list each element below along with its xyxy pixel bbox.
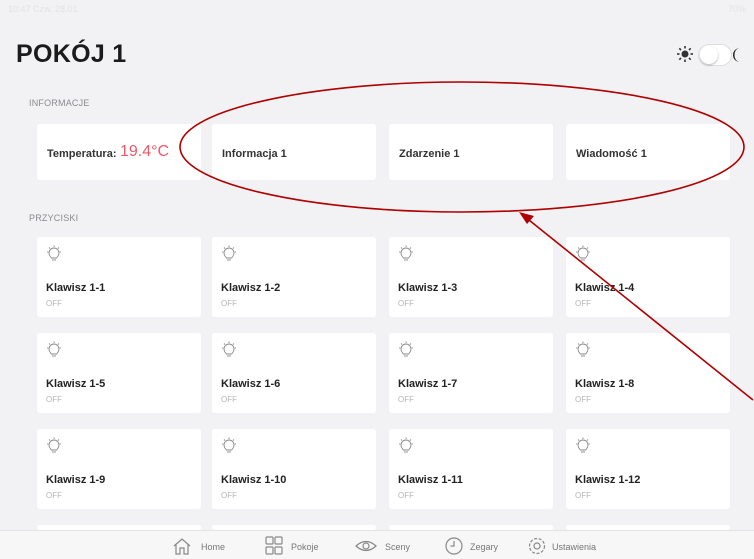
switch-button[interactable]: Klawisz 1-11 OFF <box>389 429 553 509</box>
button-label: Klawisz 1-7 <box>398 378 458 390</box>
bulb-icon <box>222 341 236 357</box>
button-state: OFF <box>575 395 591 404</box>
annotation-arrowhead <box>519 212 534 224</box>
section-label-info: INFORMACJE <box>29 98 90 108</box>
eye-icon <box>355 540 377 552</box>
gear-icon <box>528 537 546 555</box>
switch-button[interactable]: Klawisz 1-4 OFF <box>566 237 730 317</box>
status-battery: 70% <box>727 4 746 14</box>
switch-button[interactable]: Klawisz 1-10 OFF <box>212 429 376 509</box>
button-label: Klawisz 1-11 <box>398 474 463 486</box>
bulb-icon <box>222 245 236 261</box>
button-label: Klawisz 1-6 <box>221 378 281 390</box>
info-card-event[interactable]: Zdarzenie 1 <box>389 124 553 180</box>
button-state: OFF <box>221 395 237 404</box>
clock-icon <box>445 537 463 555</box>
bulb-icon <box>576 437 590 453</box>
button-label: Klawisz 1-5 <box>46 378 106 390</box>
button-state: OFF <box>46 395 62 404</box>
switch-button[interactable]: Klawisz 1-2 OFF <box>212 237 376 317</box>
nav-rooms[interactable]: Pokoje <box>264 536 334 556</box>
bulb-icon <box>47 341 61 357</box>
info-card-label: Wiadomość 1 <box>576 148 647 160</box>
switch-button[interactable]: Klawisz 1-9 OFF <box>37 429 201 509</box>
bulb-icon <box>399 245 413 261</box>
switch-button[interactable]: Klawisz 1-6 OFF <box>212 333 376 413</box>
info-card-information[interactable]: Informacja 1 <box>212 124 376 180</box>
bulb-icon <box>576 341 590 357</box>
nav-scenes[interactable]: Sceny <box>354 536 424 556</box>
info-card-label: Informacja 1 <box>222 148 287 160</box>
nav-home-label: Home <box>201 542 226 552</box>
theme-switch[interactable] <box>698 44 732 66</box>
nav-settings[interactable]: Ustawienia <box>527 536 617 556</box>
switch-button[interactable]: Klawisz 1-8 OFF <box>566 333 730 413</box>
page-title: POKÓJ 1 <box>16 40 127 68</box>
bulb-icon <box>399 437 413 453</box>
button-label: Klawisz 1-4 <box>575 282 635 294</box>
button-label: Klawisz 1-3 <box>398 282 458 294</box>
switch-button[interactable]: Klawisz 1-12 OFF <box>566 429 730 509</box>
button-state: OFF <box>221 491 237 500</box>
sun-icon <box>677 46 693 62</box>
bulb-icon <box>222 437 236 453</box>
switch-button[interactable]: Klawisz 1-3 OFF <box>389 237 553 317</box>
nav-scenes-label: Sceny <box>385 542 411 552</box>
nav-rooms-label: Pokoje <box>291 542 319 552</box>
button-state: OFF <box>398 491 414 500</box>
button-label: Klawisz 1-9 <box>46 474 106 486</box>
button-state: OFF <box>398 299 414 308</box>
switch-button[interactable]: Klawisz 1-1 OFF <box>37 237 201 317</box>
temperature-value: 19.4°C <box>120 143 170 160</box>
status-bar: 10:47 Czw. 28.01 70% <box>0 0 754 18</box>
button-state: OFF <box>46 299 62 308</box>
info-card-temperature[interactable]: Temperatura: 19.4°C <box>37 124 201 180</box>
button-state: OFF <box>575 299 591 308</box>
nav-settings-label: Ustawienia <box>552 542 597 552</box>
button-state: OFF <box>398 395 414 404</box>
nav-home[interactable]: Home <box>172 536 242 556</box>
switch-button[interactable]: Klawisz 1-7 OFF <box>389 333 553 413</box>
bottom-nav: Home Pokoje Sceny Zegary Ustawienia <box>0 530 754 559</box>
bulb-icon <box>576 245 590 261</box>
button-label: Klawisz 1-2 <box>221 282 281 294</box>
nav-clocks[interactable]: Zegary <box>444 536 514 556</box>
home-icon <box>173 538 191 555</box>
bulb-icon <box>47 245 61 261</box>
theme-toggle[interactable] <box>674 43 744 67</box>
info-card-label: Zdarzenie 1 <box>399 148 460 160</box>
grid-icon <box>265 536 283 555</box>
moon-icon <box>733 48 740 62</box>
section-label-buttons: PRZYCISKI <box>29 213 79 223</box>
button-label: Klawisz 1-1 <box>46 282 106 294</box>
switch-button[interactable]: Klawisz 1-5 OFF <box>37 333 201 413</box>
bulb-icon <box>399 341 413 357</box>
info-card-message[interactable]: Wiadomość 1 <box>566 124 730 180</box>
switch-knob <box>700 46 718 64</box>
temperature-label: Temperatura: <box>47 148 117 160</box>
button-state: OFF <box>46 491 62 500</box>
nav-clocks-label: Zegary <box>470 542 499 552</box>
button-label: Klawisz 1-10 <box>221 474 287 486</box>
bulb-icon <box>47 437 61 453</box>
button-state: OFF <box>575 491 591 500</box>
status-time: 10:47 Czw. 28.01 <box>8 4 78 14</box>
button-label: Klawisz 1-12 <box>575 474 641 486</box>
button-state: OFF <box>221 299 237 308</box>
button-label: Klawisz 1-8 <box>575 378 635 390</box>
